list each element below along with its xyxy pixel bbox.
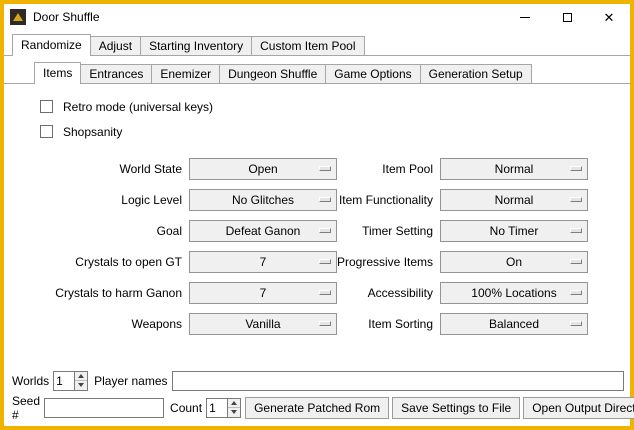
- progressive-items-dropdown[interactable]: On: [440, 251, 588, 273]
- tab-adjust[interactable]: Adjust: [90, 36, 141, 55]
- app-icon: [10, 9, 26, 25]
- tab-enemizer[interactable]: Enemizer: [151, 64, 220, 83]
- worlds-row: Worlds Player names: [12, 368, 624, 393]
- option-row: Crystals to open GT 7 Progressive Items …: [40, 246, 624, 277]
- arrow-up-icon: [231, 401, 237, 405]
- save-settings-button[interactable]: Save Settings to File: [392, 397, 520, 419]
- world-state-label: World State: [40, 162, 182, 176]
- option-row: Logic Level No Glitches Item Functionali…: [40, 184, 624, 215]
- goal-dropdown[interactable]: Defeat Ganon: [189, 220, 337, 242]
- minimize-icon: [520, 17, 530, 18]
- item-functionality-dropdown[interactable]: Normal: [440, 189, 588, 211]
- seed-input[interactable]: [44, 398, 164, 418]
- tab-entrances[interactable]: Entrances: [80, 64, 152, 83]
- tab-game-options[interactable]: Game Options: [325, 64, 420, 83]
- dropdown-indicator-icon: [570, 259, 582, 264]
- option-row: Goal Defeat Ganon Timer Setting No Timer: [40, 215, 624, 246]
- shopsanity-label: Shopsanity: [63, 125, 122, 139]
- arrow-down-icon: [78, 383, 84, 387]
- item-functionality-label: Item Functionality: [337, 193, 433, 207]
- weapons-dropdown[interactable]: Vanilla: [189, 313, 337, 335]
- tab-generation-setup[interactable]: Generation Setup: [420, 64, 532, 83]
- arrow-down-icon: [231, 410, 237, 414]
- spin-up-button[interactable]: [228, 399, 240, 408]
- worlds-label: Worlds: [12, 374, 49, 388]
- accessibility-dropdown[interactable]: 100% Locations: [440, 282, 588, 304]
- option-row: Weapons Vanilla Item Sorting Balanced: [40, 308, 624, 339]
- seed-label: Seed #: [12, 394, 40, 422]
- dropdown-indicator-icon: [319, 259, 331, 264]
- open-output-directory-button[interactable]: Open Output Directory: [523, 397, 634, 419]
- dropdown-indicator-icon: [319, 197, 331, 202]
- dropdown-indicator-icon: [570, 228, 582, 233]
- maximize-button[interactable]: [546, 4, 588, 30]
- dropdown-indicator-icon: [319, 290, 331, 295]
- item-pool-dropdown[interactable]: Normal: [440, 158, 588, 180]
- option-row: Crystals to harm Ganon 7 Accessibility 1…: [40, 277, 624, 308]
- shopsanity-checkbox[interactable]: Shopsanity: [40, 119, 624, 144]
- tab-custom-item-pool[interactable]: Custom Item Pool: [251, 36, 364, 55]
- window-title: Door Shuffle: [33, 10, 100, 24]
- stepper-arrows: [74, 372, 87, 390]
- dropdown-indicator-icon: [570, 197, 582, 202]
- logic-level-label: Logic Level: [40, 193, 182, 207]
- dropdown-indicator-icon: [319, 166, 331, 171]
- stepper-arrows: [227, 399, 240, 417]
- crystals-open-gt-label: Crystals to open GT: [40, 255, 182, 269]
- close-button[interactable]: ✕: [588, 4, 630, 30]
- arrow-up-icon: [78, 374, 84, 378]
- weapons-label: Weapons: [40, 317, 182, 331]
- crystals-harm-ganon-dropdown[interactable]: 7: [189, 282, 337, 304]
- dropdown-indicator-icon: [319, 321, 331, 326]
- option-rows: World State Open Item Pool Normal Logic …: [40, 153, 624, 339]
- logic-level-dropdown[interactable]: No Glitches: [189, 189, 337, 211]
- checkbox-box-icon[interactable]: [40, 125, 53, 138]
- close-icon: ✕: [604, 11, 615, 24]
- count-stepper[interactable]: [206, 398, 241, 418]
- item-pool-label: Item Pool: [337, 162, 433, 176]
- world-state-dropdown[interactable]: Open: [189, 158, 337, 180]
- tab-starting-inventory[interactable]: Starting Inventory: [140, 36, 252, 55]
- worlds-input[interactable]: [54, 372, 74, 390]
- retro-mode-checkbox[interactable]: Retro mode (universal keys): [40, 94, 624, 119]
- dropdown-indicator-icon: [570, 166, 582, 171]
- count-label: Count: [170, 401, 202, 415]
- items-panel: Retro mode (universal keys) Shopsanity W…: [4, 84, 630, 339]
- checkbox-box-icon[interactable]: [40, 100, 53, 113]
- spin-up-button[interactable]: [75, 372, 87, 381]
- goal-label: Goal: [40, 224, 182, 238]
- bottom-bar: Worlds Player names Seed # Count: [4, 366, 630, 426]
- generate-patched-rom-button[interactable]: Generate Patched Rom: [245, 397, 389, 419]
- crystals-harm-ganon-label: Crystals to harm Ganon: [40, 286, 182, 300]
- crystals-open-gt-dropdown[interactable]: 7: [189, 251, 337, 273]
- dropdown-indicator-icon: [319, 228, 331, 233]
- outer-tab-strip: Randomize Adjust Starting Inventory Cust…: [4, 34, 630, 56]
- spin-down-button[interactable]: [75, 380, 87, 390]
- player-names-input[interactable]: [172, 371, 625, 391]
- dropdown-indicator-icon: [570, 321, 582, 326]
- retro-mode-label: Retro mode (universal keys): [63, 100, 213, 114]
- spin-down-button[interactable]: [228, 407, 240, 417]
- tab-items[interactable]: Items: [34, 62, 81, 84]
- option-row: World State Open Item Pool Normal: [40, 153, 624, 184]
- titlebar: Door Shuffle ✕: [4, 4, 630, 30]
- tab-randomize[interactable]: Randomize: [12, 34, 91, 56]
- player-names-label: Player names: [94, 374, 167, 388]
- maximize-icon: [563, 13, 572, 22]
- count-input[interactable]: [207, 399, 227, 417]
- progressive-items-label: Progressive Items: [337, 255, 433, 269]
- accessibility-label: Accessibility: [337, 286, 433, 300]
- timer-setting-dropdown[interactable]: No Timer: [440, 220, 588, 242]
- item-sorting-dropdown[interactable]: Balanced: [440, 313, 588, 335]
- worlds-stepper[interactable]: [53, 371, 88, 391]
- tab-dungeon-shuffle[interactable]: Dungeon Shuffle: [219, 64, 326, 83]
- app-window: Door Shuffle ✕ Randomize Adjust Starting…: [0, 0, 634, 430]
- seed-row: Seed # Count Generate Patched Rom Save S…: [12, 395, 624, 420]
- minimize-button[interactable]: [504, 4, 546, 30]
- timer-setting-label: Timer Setting: [337, 224, 433, 238]
- dropdown-indicator-icon: [570, 290, 582, 295]
- inner-tab-strip: Items Entrances Enemizer Dungeon Shuffle…: [4, 62, 630, 84]
- item-sorting-label: Item Sorting: [337, 317, 433, 331]
